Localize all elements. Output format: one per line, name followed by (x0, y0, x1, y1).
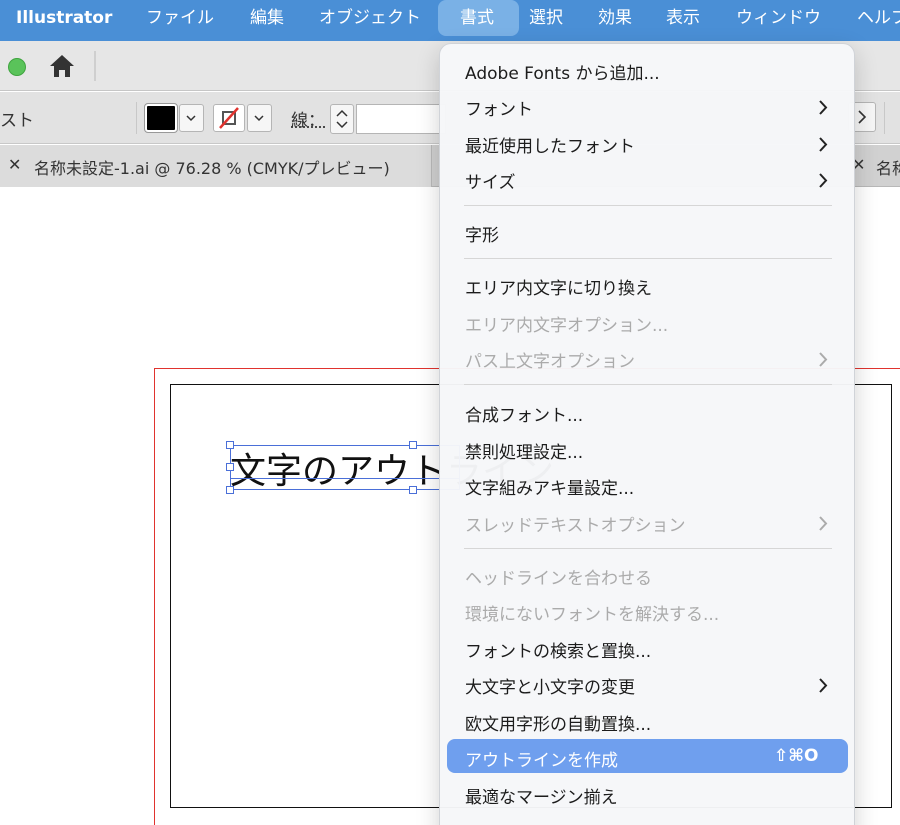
document-tab-title[interactable]: 名称 (876, 155, 900, 179)
selection-bounding-box (230, 445, 460, 490)
menu-item-label: フォントの検索と置換... (465, 642, 652, 662)
menu-item-smart-punctuation[interactable]: 欧文用字形の自動置換... (440, 705, 856, 739)
menu-separator (464, 384, 832, 385)
window-zoom-button[interactable] (8, 58, 26, 76)
selection-handle[interactable] (226, 486, 234, 494)
fill-color-swatch[interactable] (144, 103, 178, 133)
stroke-weight-label: 線： (291, 111, 325, 131)
selection-handle[interactable] (409, 441, 417, 449)
menu-item-type-on-path-options: パス上文字オプション (440, 342, 856, 376)
type-menu-dropdown: Adobe Fonts から追加... フォント 最近使用したフォント サイズ … (439, 43, 855, 825)
fill-dropdown-button[interactable] (179, 104, 204, 132)
menu-help[interactable]: ヘルプ (857, 0, 900, 36)
menu-item-fit-headline: ヘッドラインを合わせる (440, 559, 856, 593)
menu-item-glyphs[interactable]: 字形 (440, 216, 856, 250)
menu-item-change-case[interactable]: 大文字と小文字の変更 (440, 668, 856, 702)
menu-item-composite-fonts[interactable]: 合成フォント... (440, 396, 856, 430)
menu-item-kinsoku-settings[interactable]: 禁則処理設定... (440, 433, 856, 467)
text-baseline (230, 478, 460, 479)
stepper-arrows-icon (336, 109, 348, 129)
menu-item-label: ヘッドラインを合わせる (465, 569, 652, 589)
menu-item-label: 欧文用字形の自動置換... (465, 715, 652, 735)
menu-item-label: 合成フォント... (465, 406, 584, 426)
menu-item-label: 環境にないフォントを解決する... (465, 605, 720, 625)
stroke-color-swatch[interactable] (213, 104, 245, 132)
menu-item-label: 大文字と小文字の変更 (465, 678, 635, 698)
menu-window[interactable]: ウィンドウ (736, 0, 821, 36)
menu-separator (464, 258, 832, 259)
menu-item-convert-area-type[interactable]: エリア内文字に切り換え (440, 269, 856, 303)
selection-handle[interactable] (226, 441, 234, 449)
menu-item-label: 最近使用したフォント (465, 137, 635, 157)
menu-item-size[interactable]: サイズ (440, 163, 856, 197)
menu-type[interactable]: 書式 (460, 0, 494, 36)
menu-item-resolve-missing-fonts: 環境にないフォントを解決する... (440, 595, 856, 629)
menu-item-threaded-text-options: スレッドテキストオプション (440, 506, 856, 540)
no-stroke-icon (219, 107, 239, 129)
document-tab-active[interactable]: ✕ 名称未設定-1.ai @ 76.28 % (CMYK/プレビュー) (0, 145, 432, 187)
chevron-right-icon (819, 516, 828, 531)
menu-item-area-type-options: エリア内文字オプション... (440, 306, 856, 340)
menu-item-recent-fonts[interactable]: 最近使用したフォント (440, 127, 856, 161)
menu-bar: Illustrator ファイル 編集 オブジェクト 書式 選択 効果 表示 ウ… (0, 0, 900, 41)
selection-handle[interactable] (409, 486, 417, 494)
menu-item-optical-margin-alignment[interactable]: 最適なマージン揃え (440, 778, 856, 812)
menu-item-label: フォント (465, 100, 533, 120)
menu-separator (464, 548, 832, 549)
stroke-weight-field[interactable] (356, 104, 446, 134)
menu-item-font[interactable]: フォント (440, 90, 856, 124)
chevron-right-icon (819, 173, 828, 188)
menu-item-label: 禁則処理設定... (465, 443, 584, 463)
keyboard-shortcut: ⇧⌘O (774, 746, 819, 766)
chevron-right-icon (819, 678, 828, 693)
menu-item-label: エリア内文字に切り換え (465, 279, 652, 299)
control-bar-label: スト (0, 111, 34, 131)
menu-item-create-outlines[interactable]: アウトラインを作成 ⇧⌘O (440, 741, 856, 775)
menu-item-label: エリア内文字オプション... (465, 316, 669, 336)
stroke-dropdown-button[interactable] (247, 104, 272, 132)
close-icon[interactable]: ✕ (8, 155, 21, 174)
selection-handle[interactable] (226, 463, 234, 471)
chevron-down-icon (186, 115, 196, 122)
menu-item-label: 最適なマージン揃え (465, 788, 618, 808)
control-bar-divider (884, 102, 885, 134)
menu-item-add-adobe-fonts[interactable]: Adobe Fonts から追加... (440, 54, 856, 88)
menu-item-label: サイズ (465, 173, 516, 193)
chevron-right-icon (819, 100, 828, 115)
menu-effect[interactable]: 効果 (598, 0, 632, 36)
chevron-right-icon (819, 352, 828, 367)
document-tab-title: 名称未設定-1.ai @ 76.28 % (CMYK/プレビュー) (34, 159, 390, 178)
menu-item-mojikumi-settings[interactable]: 文字組みアキ量設定... (440, 469, 856, 503)
home-icon[interactable] (48, 53, 76, 79)
menu-item-label: 字形 (465, 226, 499, 246)
menu-edit[interactable]: 編集 (250, 0, 284, 36)
menu-item-label: Adobe Fonts から追加... (465, 64, 660, 84)
chevron-down-icon (254, 115, 264, 122)
menu-item-label: 文字組みアキ量設定... (465, 479, 635, 499)
menu-view[interactable]: 表示 (666, 0, 700, 36)
control-bar-divider (136, 102, 137, 134)
chevron-right-icon (819, 137, 828, 152)
menu-separator (464, 205, 832, 206)
menu-item-label: パス上文字オプション (465, 352, 635, 372)
menu-item-label: スレッドテキストオプション (465, 516, 686, 536)
toolbar-divider (94, 51, 96, 81)
menu-item-label: アウトラインを作成 (465, 751, 618, 771)
menu-object[interactable]: オブジェクト (319, 0, 421, 36)
menu-item-find-replace-font[interactable]: フォントの検索と置換... (440, 632, 856, 666)
menu-file[interactable]: ファイル (146, 0, 214, 36)
menu-select[interactable]: 選択 (529, 0, 563, 36)
stroke-weight-stepper[interactable] (330, 104, 354, 134)
menu-app-name[interactable]: Illustrator (16, 0, 112, 36)
